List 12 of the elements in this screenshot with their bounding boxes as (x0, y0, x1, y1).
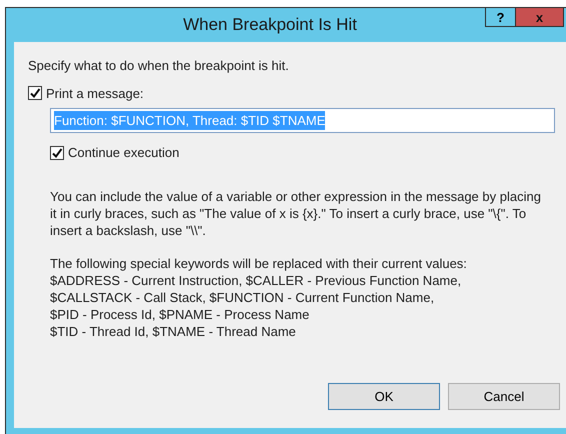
cancel-button[interactable]: Cancel (448, 383, 560, 410)
help-paragraph: The following special keywords will be replaced with their current values: $ADDRESS - Current Instruction, $CALLER - Previous Function Name, $CALLSTACK - Call Stack, $FUNCTION - Current Function Name, $PID - Process Id, $PNAME - Process Name $TID - Thread Id, $TNAME - Thread Name (50, 254, 468, 340)
checkbox[interactable] (50, 146, 64, 160)
help-paragraph: You can include the value of a variable or other expression in the message by placing it in curly braces, such as "The value of x is {x}." To insert a curly brace, use "\{". To insert a backslash, use "\\". (50, 188, 542, 238)
checkbox[interactable] (28, 86, 42, 100)
help-button[interactable]: ? (485, 7, 516, 27)
close-button[interactable]: x (516, 7, 564, 27)
instruction-text: Specify what to do when the breakpoint is hit. (28, 57, 290, 75)
ok-button[interactable]: OK (328, 383, 440, 410)
checkbox-label[interactable]: Continue execution (68, 143, 180, 162)
checkbox-label[interactable]: Print a message: (46, 84, 144, 103)
window-title: When Breakpoint Is Hit (183, 14, 357, 36)
